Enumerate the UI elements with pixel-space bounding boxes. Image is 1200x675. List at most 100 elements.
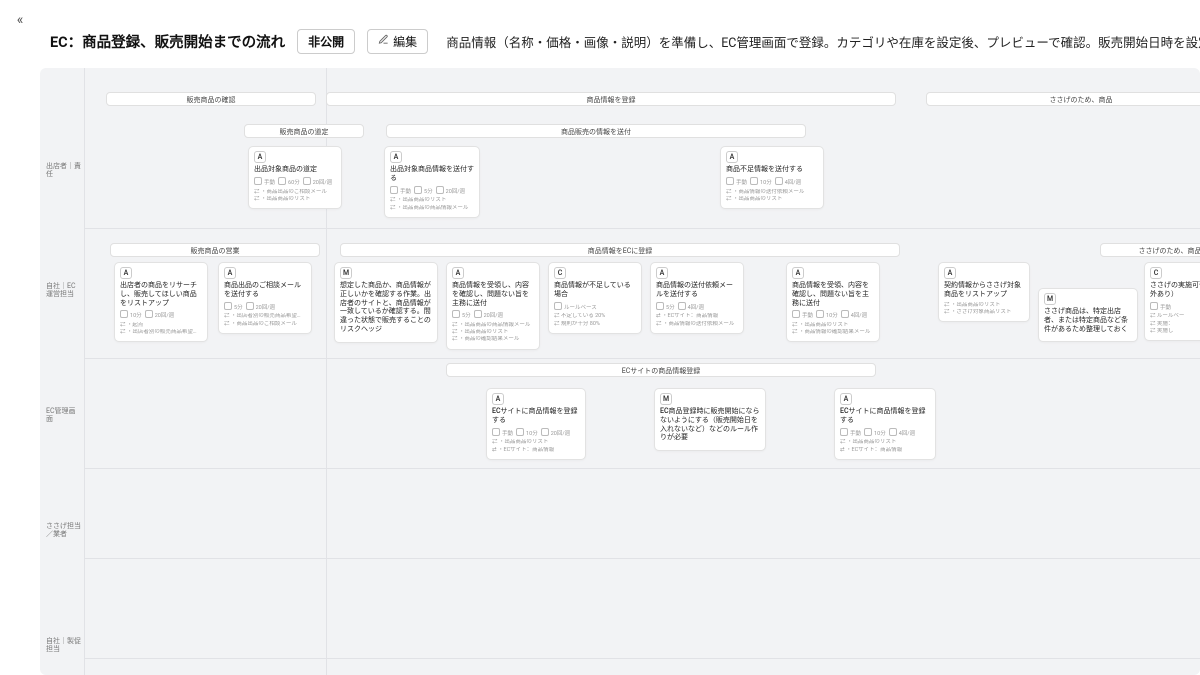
subphase-header[interactable]: 販売商品の営業	[110, 243, 320, 257]
card-type-badge: A	[840, 393, 852, 405]
page-title: EC：商品登録、販売開始までの流れ	[50, 31, 285, 52]
task-card[interactable]: A 出品対象商品の道定手動60分20回/週 ⇄ ・商品出品のご相談メール⇄ ・出品商…	[248, 146, 342, 209]
phase-header[interactable]: ささげのため、商品	[926, 92, 1200, 106]
lane-line	[84, 558, 1200, 559]
card-title: 想定した商品か、商品情報が正しいかを確認する作業。出店者のサイトと、商品情報が一…	[340, 281, 432, 334]
card-type-badge: A	[254, 151, 266, 163]
card-title: 商品不足情報を送付する	[726, 165, 818, 174]
edit-button[interactable]: 編集	[367, 29, 428, 54]
page-description: 商品情報（名称・価格・画像・説明）を準備し、EC管理画面で登録。カテゴリや在庫を…	[446, 32, 1200, 51]
swimlane-label: EC管理画面	[46, 408, 82, 423]
card-title: 出店者の商品をリサーチし、販売してほしい商品をリストアップ	[120, 281, 202, 307]
card-title: EC商品登録時に販売開始にならないようにする（販売開始日を入れないなど）などのル…	[660, 407, 760, 442]
task-card[interactable]: A ECサイトに商品情報を登録する手動10分20回/週⇄ ・出品商品のリスト⇄ ・…	[486, 388, 586, 460]
task-card[interactable]: A 商品情報の送付依頼メールを送付する 5分4回/週⇄ ・ECサイト：商品情報⇄ ・…	[650, 262, 744, 334]
card-type-badge: C	[1150, 267, 1162, 279]
phase-header[interactable]: 商品情報を登録	[326, 92, 896, 106]
visibility-status: 非公開	[297, 29, 355, 54]
card-meta: 5分20回/週	[452, 310, 534, 320]
card-meta: 手動	[1150, 302, 1200, 312]
card-io: ⇄ ・商品情報の送付依頼メール⇄ ・出品商品のリスト	[726, 189, 818, 203]
swimlane-label: 出店者｜責任	[46, 163, 82, 178]
card-io: ⇄ ・出品商品のリスト⇄ ・ECサイト：商品情報	[492, 439, 580, 453]
card-type-badge: A	[492, 393, 504, 405]
card-title: 商品出品のご相談メールを送付する	[224, 281, 306, 299]
card-io: ⇄ ルールベー⇄ 実施：⇄ 実施し	[1150, 313, 1200, 334]
card-title: ECサイトに商品情報を登録する	[840, 407, 930, 425]
swimlane-label: ささげ担当／業者	[46, 523, 82, 538]
task-card[interactable]: M ささげ商品は、特定出店者、または特定商品など条件があるため整理しておく	[1038, 288, 1138, 342]
card-title: 商品情報が不足している場合	[554, 281, 636, 299]
card-title: ささげの実施可否（例外あり）	[1150, 281, 1200, 299]
task-card[interactable]: A 商品不足情報を送付する手動10分4回/週 ⇄ ・商品情報の送付依頼メール⇄ ・出…	[720, 146, 824, 209]
card-meta: 5分4回/週	[656, 302, 738, 312]
card-io: ⇄ ・出品商品のリスト⇄ ・出品商品の商品情報メール	[390, 197, 474, 211]
card-type-badge: A	[656, 267, 668, 279]
subphase-header[interactable]: ECサイトの商品情報登録	[446, 363, 876, 377]
task-card[interactable]: A ECサイトに商品情報を登録する手動10分4回/週⇄ ・出品商品のリスト⇄ ・E…	[834, 388, 936, 460]
card-meta: 5分20回/週	[224, 302, 306, 312]
subphase-header[interactable]: 商品販売の情報を送付	[386, 124, 806, 138]
card-io: ⇄ ・商品出品のご相談メール⇄ ・出品商品のリスト	[254, 189, 336, 203]
subphase-header[interactable]: 商品情報をECに登録	[340, 243, 900, 257]
card-io: ⇄ 不定している 20%⇄ 規則が十分 80%	[554, 313, 636, 327]
phase-header[interactable]: 販売商品の確認	[106, 92, 316, 106]
card-meta: 手動10分20回/週	[492, 428, 580, 438]
card-type-badge: A	[792, 267, 804, 279]
task-card[interactable]: A商品情報を受領し、内容を確認し、問題ない旨を主務に送付5分20回/週⇄ ・出品…	[446, 262, 540, 350]
card-meta: 手動10分4回/週	[726, 177, 818, 187]
swimlane-label: 自社｜製促担当	[46, 638, 82, 653]
task-card[interactable]: A 出店者の商品をリサーチし、販売してほしい商品をリストアップ 10分20回/週 ⇄ …	[114, 262, 208, 342]
edit-label: 編集	[393, 33, 417, 50]
card-io: ⇄ ・ECサイト：商品情報⇄ ・商品情報の送付依頼メール	[656, 313, 738, 327]
flow-canvas[interactable]: 出店者｜責任自社｜EC運営担当 EC管理画面ささげ担当／業者自社｜製促担当 販売商品…	[40, 68, 1200, 675]
lane-line	[84, 358, 1200, 359]
card-meta: 手動5分20回/週	[390, 186, 474, 196]
card-title: 出品対象商品情報を送付する	[390, 165, 474, 183]
card-type-badge: M	[1044, 293, 1056, 305]
card-io: ⇄ ・出品商品のリスト⇄ ・ECサイト：商品情報	[840, 439, 930, 453]
header: EC：商品登録、販売開始までの流れ 非公開 編集 商品情報（名称・価格・画像・説…	[50, 28, 1200, 54]
card-meta: 手動10分4回/週	[840, 428, 930, 438]
lane-line	[84, 658, 1200, 659]
lane-line	[84, 468, 1200, 469]
card-meta: 10分20回/週	[120, 310, 202, 320]
card-io: ⇄ ・出店者別の販売商品希望リスト⇄ ・商品出品のご相談メール	[224, 313, 306, 327]
task-card[interactable]: A 出品対象商品情報を送付する手動5分20回/週⇄ ・出品商品のリスト⇄ ・出品商…	[384, 146, 480, 218]
task-card[interactable]: M EC商品登録時に販売開始にならないようにする（販売開始日を入れないなど）などの…	[654, 388, 766, 451]
lane-line	[84, 228, 1200, 229]
card-title: ECサイトに商品情報を登録する	[492, 407, 580, 425]
swimlane-label: 自社｜EC運営担当	[46, 283, 82, 298]
card-type-badge: A	[726, 151, 738, 163]
card-meta: 手動60分20回/週	[254, 177, 336, 187]
card-io: ⇄ ・起点⇄ ・出店者別の販売商品希望リスト	[120, 322, 202, 336]
collapse-sidebar-icon[interactable]: «	[10, 10, 30, 30]
task-card[interactable]: C商品情報が不足している場合ルールベース⇄ 不定している 20%⇄ 規則が十分 …	[548, 262, 642, 334]
card-io: ⇄ ・出品商品のリスト⇄ ・ささげ対象商品リスト	[944, 302, 1024, 316]
task-card[interactable]: C ささげの実施可否（例外あり） 手動⇄ ルールベー⇄ 実施：⇄ 実施し	[1144, 262, 1200, 341]
card-type-badge: C	[554, 267, 566, 279]
card-title: 商品情報を受領し、内容を確認し、問題ない旨を主務に送付	[452, 281, 534, 307]
card-meta: 手動10分4回/週	[792, 310, 874, 320]
task-card[interactable]: A 商品情報を受領、内容を確認し、問題ない旨を主務に送付手動10分4回/週 ⇄ ・出…	[786, 262, 880, 342]
card-title: 商品情報の送付依頼メールを送付する	[656, 281, 738, 299]
card-type-badge: A	[390, 151, 402, 163]
card-type-badge: A	[944, 267, 956, 279]
vertical-line	[84, 68, 85, 675]
card-type-badge: A	[224, 267, 236, 279]
card-type-badge: A	[120, 267, 132, 279]
task-card[interactable]: M 想定した商品か、商品情報が正しいかを確認する作業。出店者のサイトと、商品情報が…	[334, 262, 438, 343]
card-title: 出品対象商品の道定	[254, 165, 336, 174]
card-title: ささげ商品は、特定出店者、または特定商品など条件があるため整理しておく	[1044, 307, 1132, 333]
card-title: 契約情報からささげ対象商品をリストアップ	[944, 281, 1024, 299]
pencil-icon	[378, 34, 389, 48]
card-io: ⇄ ・出品商品のリスト⇄ ・商品情報の確認結果メール	[792, 322, 874, 336]
subphase-header[interactable]: 販売商品の道定	[244, 124, 364, 138]
task-card[interactable]: A 契約情報からささげ対象商品をリストアップ ⇄ ・出品商品のリスト⇄ ・ささげ対象…	[938, 262, 1030, 322]
card-type-badge: M	[340, 267, 352, 279]
card-title: 商品情報を受領、内容を確認し、問題ない旨を主務に送付	[792, 281, 874, 307]
card-type-badge: M	[660, 393, 672, 405]
subphase-header[interactable]: ささげのため、商品	[1100, 243, 1200, 257]
task-card[interactable]: A 商品出品のご相談メールを送付する 5分20回/週⇄ ・出店者別の販売商品希望リス…	[218, 262, 312, 334]
card-type-badge: A	[452, 267, 464, 279]
